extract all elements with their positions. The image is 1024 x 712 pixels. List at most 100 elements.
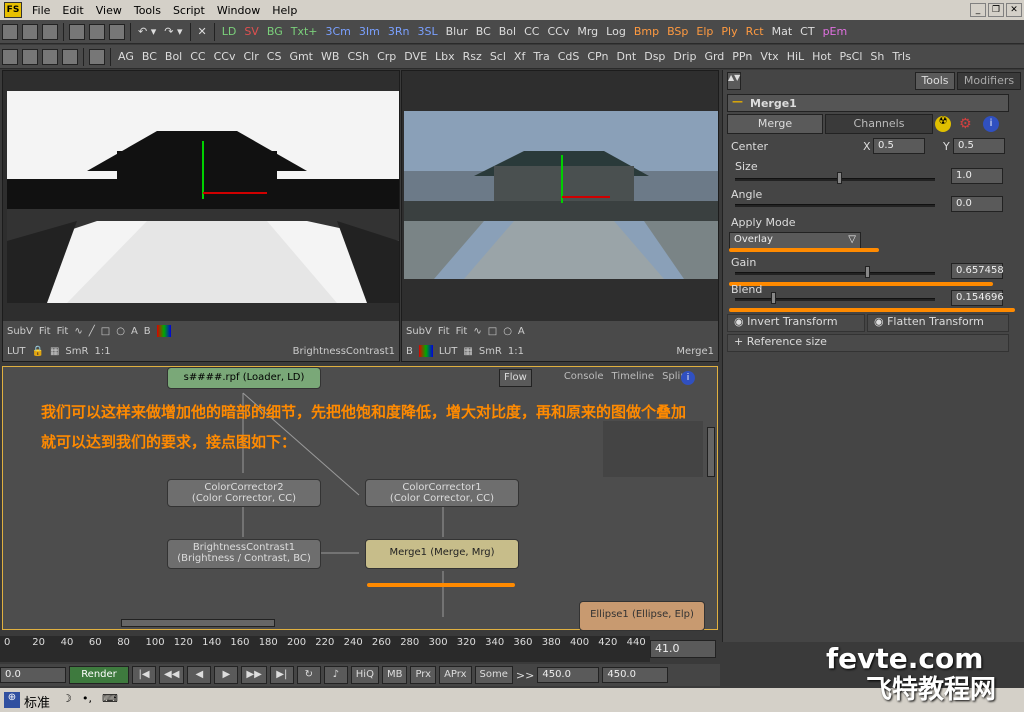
tool-button-bc[interactable]: BC: [472, 22, 495, 42]
menu-tools[interactable]: Tools: [128, 4, 167, 17]
rect-icon[interactable]: □: [488, 326, 497, 337]
info-icon[interactable]: i: [983, 116, 999, 132]
reference-size-section[interactable]: + Reference size: [727, 334, 1009, 352]
tool-button-vtx[interactable]: Vtx: [756, 47, 782, 67]
center-y-input[interactable]: 0.5: [953, 138, 1005, 154]
color-channel-icon[interactable]: [418, 345, 433, 357]
tool-button-bol[interactable]: Bol: [161, 47, 186, 67]
tool-button-crp[interactable]: Crp: [373, 47, 400, 67]
undo-icon[interactable]: ↶ ▾: [134, 22, 160, 42]
render-button[interactable]: Render: [69, 666, 129, 684]
subview-button[interactable]: SubV: [406, 326, 432, 337]
blend-slider[interactable]: [735, 298, 935, 301]
bins-icon[interactable]: [89, 48, 105, 65]
hiq-button[interactable]: HiQ: [350, 666, 379, 684]
prx-button[interactable]: Prx: [410, 666, 437, 684]
lock-icon[interactable]: 🔒: [32, 346, 44, 357]
tool-header[interactable]: — Merge1: [727, 94, 1009, 112]
tool-button-bol[interactable]: Bol: [495, 22, 520, 42]
polyline-icon[interactable]: ∿: [74, 326, 82, 337]
lut-button[interactable]: LUT: [439, 346, 458, 357]
tool-button-ppn[interactable]: PPn: [728, 47, 756, 67]
blend-input[interactable]: 0.154696: [951, 290, 1004, 306]
tool-button-3rn[interactable]: 3Rn: [384, 22, 414, 42]
tab-modifiers[interactable]: Modifiers: [957, 72, 1021, 90]
tool-button-lbx[interactable]: Lbx: [431, 47, 459, 67]
blend-slider-thumb[interactable]: [771, 292, 776, 304]
viewer-right[interactable]: SubV Fit Fit ∿ □ ○ A B LUT ▦ SmR 1:1 Mer…: [401, 70, 719, 362]
timeline-ruler[interactable]: 0 20 40 60 80 100 120 140 160 180 200 220 240 260 280 3…: [0, 636, 720, 662]
minimize-icon[interactable]: _: [970, 3, 986, 17]
smr-button[interactable]: SmR: [479, 346, 502, 357]
close-icon[interactable]: ✕: [1006, 3, 1022, 17]
node-colorcorrector1[interactable]: ColorCorrector1 (Color Corrector, CC): [365, 479, 519, 507]
punct-icon[interactable]: •,: [82, 692, 92, 705]
goto-end-icon[interactable]: ▶|: [269, 666, 294, 684]
keyboard-icon[interactable]: ⌨: [102, 692, 118, 705]
node-merge1[interactable]: Merge1 (Merge, Mrg): [365, 539, 519, 569]
gain-input[interactable]: 0.657458: [951, 263, 1004, 279]
node-colorcorrector2[interactable]: ColorCorrector2 (Color Corrector, CC): [167, 479, 321, 507]
tool-button-bc[interactable]: BC: [138, 47, 161, 67]
smr-button[interactable]: SmR: [65, 346, 88, 357]
tool-button-cc[interactable]: CC: [186, 47, 209, 67]
tool-button-dsp[interactable]: Dsp: [640, 47, 669, 67]
angle-input[interactable]: 0.0: [951, 196, 1003, 212]
tool-button-ccv[interactable]: CCv: [210, 47, 240, 67]
some-button[interactable]: Some: [474, 666, 513, 684]
fast-forward-icon[interactable]: ▶▶: [241, 666, 267, 684]
start-time-input[interactable]: 0.0: [0, 667, 66, 683]
play-reverse-icon[interactable]: ◀: [187, 666, 212, 684]
ratio-button[interactable]: 1:1: [94, 346, 110, 357]
moon-icon[interactable]: ☽: [62, 692, 72, 705]
tool-button-sh[interactable]: Sh: [866, 47, 888, 67]
menu-script[interactable]: Script: [167, 4, 211, 17]
tool-button-mat[interactable]: Mat: [768, 22, 797, 42]
checker-icon[interactable]: ▦: [463, 346, 472, 357]
b-buffer-button[interactable]: B: [406, 346, 413, 357]
end-time-input[interactable]: 450.0: [537, 667, 600, 683]
tool-button-ply[interactable]: Ply: [717, 22, 741, 42]
layout-quad-icon[interactable]: [62, 48, 78, 65]
layout-icon[interactable]: [2, 48, 18, 65]
color-channel-icon[interactable]: [156, 325, 171, 337]
gain-slider-thumb[interactable]: [865, 266, 870, 278]
global-end-input[interactable]: 450.0: [602, 667, 669, 683]
audio-icon[interactable]: ♪: [323, 666, 348, 684]
menu-window[interactable]: Window: [211, 4, 266, 17]
tool-button-ccv[interactable]: CCv: [543, 22, 573, 42]
node-ellipse1[interactable]: Ellipse1 (Ellipse, Elp): [579, 601, 705, 631]
center-x-input[interactable]: 0.5: [873, 138, 925, 154]
subtab-merge[interactable]: Merge: [727, 114, 823, 134]
collapse-icon[interactable]: —: [732, 95, 743, 108]
tool-button-cc[interactable]: CC: [520, 22, 543, 42]
tool-button-cds[interactable]: CdS: [554, 47, 584, 67]
aprx-button[interactable]: APrx: [439, 666, 472, 684]
menu-edit[interactable]: Edit: [56, 4, 89, 17]
gear-icon[interactable]: ⚙: [959, 116, 972, 132]
menu-help[interactable]: Help: [266, 4, 303, 17]
tool-button-ct[interactable]: CT: [796, 22, 818, 42]
ime-mode[interactable]: 标准: [24, 692, 50, 711]
tool-button-pscl[interactable]: PsCl: [835, 47, 866, 67]
tool-button-bsp[interactable]: BSp: [663, 22, 692, 42]
tool-button-rct[interactable]: Rct: [742, 22, 768, 42]
tool-button-hot[interactable]: Hot: [808, 47, 835, 67]
tool-button-blur[interactable]: Blur: [442, 22, 472, 42]
tool-button-csh[interactable]: CSh: [343, 47, 373, 67]
tool-button-bg[interactable]: BG: [263, 22, 287, 42]
polyline-icon[interactable]: ∿: [473, 326, 481, 337]
tool-button-cs[interactable]: CS: [263, 47, 286, 67]
tool-button-grd[interactable]: Grd: [700, 47, 728, 67]
lut-button[interactable]: LUT: [7, 346, 26, 357]
flow-panel[interactable]: Flow Console Timeline Spline i 我们可以这样来做增…: [2, 366, 718, 631]
layout-split-icon[interactable]: [22, 48, 38, 65]
tool-button-3im[interactable]: 3Im: [355, 22, 384, 42]
play-icon[interactable]: ▶: [214, 666, 239, 684]
ratio-button[interactable]: 1:1: [508, 346, 524, 357]
redo-icon[interactable]: ↷ ▾: [160, 22, 186, 42]
a-buffer-button[interactable]: A: [131, 326, 138, 337]
mb-button[interactable]: MB: [381, 666, 408, 684]
tool-button-pem[interactable]: pEm: [819, 22, 852, 42]
scroll-arrows-icon[interactable]: ▲▼: [727, 72, 741, 90]
